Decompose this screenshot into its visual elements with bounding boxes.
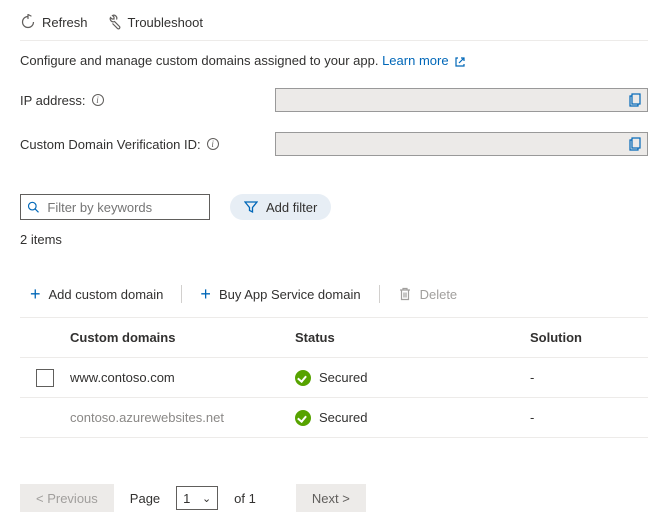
info-icon[interactable]: i: [92, 94, 104, 106]
row-solution: -: [530, 410, 648, 425]
learn-more-link[interactable]: Learn more: [382, 53, 466, 68]
add-filter-button[interactable]: Add filter: [230, 194, 331, 220]
domains-table: Custom domains Status Solution www.conto…: [20, 317, 648, 438]
item-count: 2 items: [20, 232, 648, 247]
search-input[interactable]: [47, 200, 203, 215]
refresh-label: Refresh: [42, 15, 88, 30]
previous-button: < Previous: [20, 484, 114, 512]
troubleshoot-button[interactable]: Troubleshoot: [106, 14, 203, 30]
divider: [181, 285, 182, 303]
ip-address-row: IP address: i: [20, 88, 648, 112]
page-label: Page: [130, 491, 160, 506]
table-row[interactable]: contoso.azurewebsites.net Secured -: [20, 398, 648, 438]
description: Configure and manage custom domains assi…: [20, 53, 648, 68]
table-row[interactable]: www.contoso.com Secured -: [20, 358, 648, 398]
search-icon: [27, 200, 39, 214]
verification-id-label: Custom Domain Verification ID:: [20, 137, 201, 152]
troubleshoot-label: Troubleshoot: [128, 15, 203, 30]
add-custom-domain-button[interactable]: + Add custom domain: [20, 281, 173, 307]
delete-button: Delete: [388, 283, 468, 306]
row-domain: www.contoso.com: [70, 370, 295, 385]
buy-domain-button[interactable]: + Buy App Service domain: [190, 281, 370, 307]
plus-icon: +: [30, 285, 41, 303]
next-button[interactable]: Next >: [296, 484, 366, 512]
wrench-icon: [106, 14, 122, 30]
trash-icon: [398, 287, 412, 301]
action-bar: + Add custom domain + Buy App Service do…: [20, 281, 648, 317]
secured-icon: [295, 370, 311, 386]
ip-address-value: [275, 88, 648, 112]
of-label: of 1: [234, 491, 256, 506]
filter-icon: [244, 200, 258, 214]
header-solution: Solution: [530, 330, 648, 345]
external-link-icon: [454, 56, 466, 68]
copy-button[interactable]: [629, 93, 643, 107]
chevron-down-icon: ⌄: [202, 492, 211, 505]
verification-id-value: [275, 132, 648, 156]
ip-address-label: IP address:: [20, 93, 86, 108]
copy-button[interactable]: [629, 137, 643, 151]
row-status: Secured: [319, 370, 367, 385]
verification-id-row: Custom Domain Verification ID: i: [20, 132, 648, 156]
info-icon[interactable]: i: [207, 138, 219, 150]
refresh-button[interactable]: Refresh: [20, 14, 88, 30]
plus-icon: +: [200, 285, 211, 303]
add-filter-label: Add filter: [266, 200, 317, 215]
pager: < Previous Page 1 ⌄ of 1 Next >: [20, 484, 648, 512]
secured-icon: [295, 410, 311, 426]
row-status: Secured: [319, 410, 367, 425]
table-header: Custom domains Status Solution: [20, 318, 648, 358]
row-domain: contoso.azurewebsites.net: [70, 410, 295, 425]
header-domain: Custom domains: [70, 330, 295, 345]
divider: [379, 285, 380, 303]
toolbar: Refresh Troubleshoot: [20, 14, 648, 41]
search-box[interactable]: [20, 194, 210, 220]
row-checkbox[interactable]: [36, 369, 54, 387]
refresh-icon: [20, 14, 36, 30]
description-text: Configure and manage custom domains assi…: [20, 53, 378, 68]
filter-row: Add filter: [20, 194, 648, 220]
row-solution: -: [530, 370, 648, 385]
copy-icon: [629, 137, 643, 151]
copy-icon: [629, 93, 643, 107]
header-status: Status: [295, 330, 530, 345]
page-select[interactable]: 1 ⌄: [176, 486, 218, 510]
